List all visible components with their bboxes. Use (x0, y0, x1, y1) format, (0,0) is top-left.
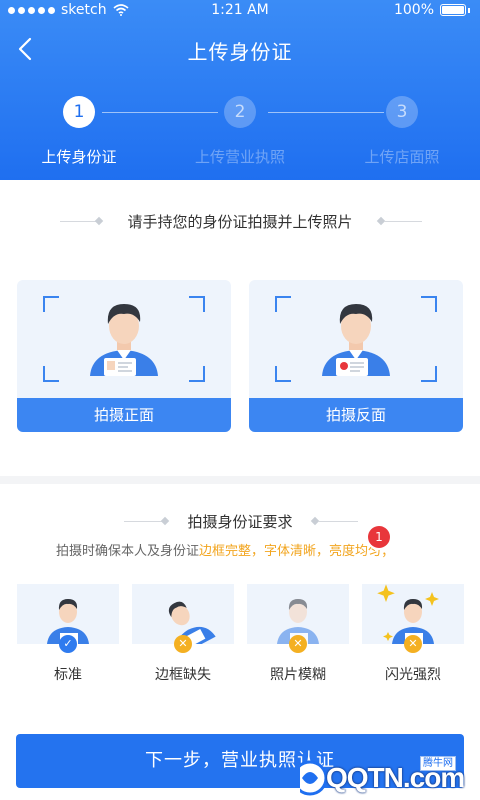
step-connector (102, 112, 218, 113)
battery-icon (440, 4, 466, 16)
step-1-label: 上传身份证 (41, 148, 117, 166)
example-label-strong-flash: 闪光强烈 (385, 667, 441, 683)
example-label-missing-border: 边框缺失 (155, 667, 211, 683)
step-1-indicator: 1 (63, 96, 95, 128)
requirements-heading: 拍摄身份证要求 (187, 513, 293, 531)
capture-front-button[interactable]: 拍摄正面 (17, 398, 231, 432)
notification-badge[interactable]: 1 (368, 526, 390, 548)
step-connector (268, 112, 384, 113)
battery-label: 100% (393, 2, 434, 18)
capture-back-button[interactable]: 拍摄反面 (249, 398, 463, 432)
step-2-indicator: 2 (224, 96, 256, 128)
cross-icon: ✕ (289, 635, 307, 653)
heading-divider (384, 221, 422, 222)
cross-icon: ✕ (404, 635, 422, 653)
step-3-label: 上传店面照 (364, 148, 440, 166)
step-3-indicator: 3 (386, 96, 418, 128)
check-icon: ✓ (59, 635, 77, 653)
status-bar: sketch 1:21 AM 100% (0, 0, 480, 20)
example-label-blurry: 照片模糊 (270, 667, 326, 683)
capture-front-card[interactable]: 拍摄正面 (17, 280, 231, 432)
person-with-id-back-icon (322, 304, 390, 376)
person-with-id-icon (90, 304, 158, 376)
capture-back-card[interactable]: 拍摄反面 (249, 280, 463, 432)
cross-icon: ✕ (174, 635, 192, 653)
example-label-standard: 标准 (54, 667, 82, 683)
page-title: 上传身份证 (187, 40, 293, 64)
heading-divider (318, 521, 358, 522)
requirements-text-highlight: 边框完整，字体清晰，亮度均匀； (199, 544, 395, 559)
step-2-label: 上传营业执照 (194, 148, 285, 166)
requirements-text-plain: 拍摄时确保本人及身份证 (56, 544, 200, 559)
requirements-text: 拍摄时确保本人及身份证边框完整，字体清晰，亮度均匀； (56, 540, 394, 559)
watermark-tag: 腾牛网 (420, 756, 456, 771)
